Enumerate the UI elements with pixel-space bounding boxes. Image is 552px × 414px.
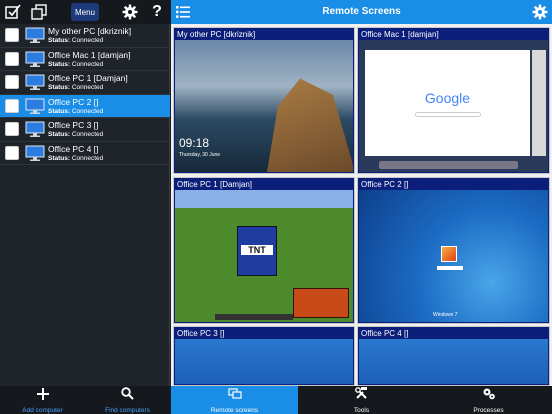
computer-list-item[interactable]: Office PC 1 [Damjan] Status: Connected: [0, 71, 170, 95]
tab-label: Tools: [353, 406, 370, 414]
computer-name: Office PC 1 [Damjan]: [48, 73, 128, 83]
computer-status: Status: Connected: [48, 154, 104, 162]
computer-name: Office PC 3 []: [48, 120, 99, 130]
computer-name: Office Mac 1 [damjan]: [48, 49, 131, 60]
find-computers-label: Find computers: [105, 406, 150, 414]
computer-status: Status: Connected: [48, 60, 104, 68]
windows-brand: Windows 7: [433, 312, 458, 318]
computer-checkbox[interactable]: [5, 75, 19, 89]
tile-title: My other PC [dkriznik]: [177, 30, 256, 39]
sidebar: Menu ? My other PC [dkriznik] Status: Con…: [0, 0, 170, 414]
monitor-icon: [25, 51, 45, 68]
user-avatar: [441, 246, 457, 262]
remote-screens-grid: My other PC [dkriznik] 09:18 Thursday, 3…: [171, 24, 552, 386]
tools-icon: [355, 386, 368, 405]
hotbar: [215, 314, 293, 320]
computer-status: Status: Connected: [48, 107, 104, 115]
tnt-block: TNT: [237, 226, 277, 276]
screen-thumbnail: 09:18 Thursday, 30 June: [175, 40, 353, 172]
help-icon[interactable]: ?: [149, 3, 165, 21]
settings-gear-icon[interactable]: [531, 3, 549, 21]
tile-title: Office Mac 1 [damjan]: [361, 30, 439, 39]
rock-arch: [267, 78, 353, 172]
monitor-icon: [25, 121, 45, 138]
monitor-icon: [25, 27, 45, 44]
tab-processes[interactable]: Processes: [425, 386, 552, 414]
search-box: [414, 112, 481, 117]
gear-icon[interactable]: [121, 3, 139, 21]
computer-checkbox[interactable]: [5, 28, 19, 42]
computer-status: Status: Connected: [48, 37, 104, 44]
screen-tile[interactable]: Office PC 3 []: [173, 326, 355, 386]
computer-status: Status: Connected: [48, 131, 104, 138]
main-header: Remote Screens: [171, 0, 552, 24]
browser-window: Google: [365, 50, 530, 156]
tab-tools[interactable]: Tools: [298, 386, 425, 414]
monitor-icon: [25, 145, 45, 162]
computer-checkbox[interactable]: [5, 122, 19, 136]
tile-title: Office PC 3 []: [177, 329, 225, 338]
main-panel: Remote Screens My other PC [dkriznik] 09…: [171, 0, 552, 414]
monitor-icon: [25, 98, 45, 115]
dock: [379, 161, 518, 169]
search-icon: [121, 386, 134, 405]
tile-title: Office PC 4 []: [361, 329, 409, 338]
bottom-tab-bar: Remote screens Tools Processes: [171, 386, 552, 414]
add-computer-label: Add computer: [22, 406, 63, 414]
google-logo: Google: [424, 90, 471, 106]
sidebar-toolbar: Menu ?: [0, 0, 170, 24]
app-window: Menu ? My other PC [dkriznik] Status: Con…: [0, 0, 552, 414]
computer-list-item[interactable]: Office Mac 1 [damjan] Status: Connected: [0, 48, 170, 71]
monitor-icon: [25, 74, 45, 91]
computer-name: My other PC [dkriznik]: [48, 26, 132, 36]
tile-title: Office PC 1 [Damjan]: [177, 180, 252, 189]
processes-gears-icon: [482, 387, 496, 405]
tnt-block: [293, 288, 349, 318]
tab-label: Processes: [473, 406, 504, 414]
computer-name: Office PC 4 []: [48, 143, 99, 154]
screen-thumbnail: TNT: [175, 190, 353, 322]
screen-thumbnail: Windows 7: [359, 190, 548, 322]
tab-label: Remote screens: [210, 406, 259, 414]
computer-list: My other PC [dkriznik] Status: Connected O…: [0, 24, 170, 165]
computer-list-item[interactable]: Office PC 3 [] Status: Connected: [0, 118, 170, 142]
computer-checkbox[interactable]: [5, 98, 19, 113]
sky: [175, 190, 353, 208]
screen-thumbnail: [175, 339, 353, 384]
computer-checkbox[interactable]: [5, 51, 19, 66]
lock-screen-clock: 09:18: [179, 136, 210, 150]
deselect-icon[interactable]: [30, 3, 48, 21]
screen-thumbnail: [359, 339, 548, 384]
monitor-icon: [227, 387, 242, 405]
screen-tile[interactable]: Office PC 4 []: [357, 326, 550, 386]
screen-tile[interactable]: My other PC [dkriznik] 09:18 Thursday, 3…: [173, 27, 355, 174]
screen-tile[interactable]: Office Mac 1 [damjan] Google: [357, 27, 550, 174]
computer-list-item[interactable]: Office PC 4 [] Status: Connected: [0, 142, 170, 165]
computer-status: Status: Connected: [48, 84, 104, 91]
sidebar-bottom-bar: Add computer Find computers: [0, 386, 170, 414]
computer-checkbox[interactable]: [5, 145, 19, 160]
lock-screen-date: Thursday, 30 June: [179, 152, 221, 158]
computer-name: Office PC 2 []: [48, 96, 99, 107]
computer-list-item[interactable]: My other PC [dkriznik] Status: Connected: [0, 24, 170, 48]
password-field: [437, 266, 463, 270]
select-all-icon[interactable]: [4, 3, 22, 21]
tile-title: Office PC 2 []: [361, 180, 409, 189]
tab-remote-screens[interactable]: Remote screens: [171, 386, 298, 414]
computer-list-item[interactable]: Office PC 2 [] Status: Connected: [0, 94, 170, 118]
screen-thumbnail: Google: [359, 40, 548, 172]
find-computers-button[interactable]: Find computers: [85, 386, 170, 414]
menu-button[interactable]: Menu: [71, 3, 99, 21]
side-panel: [532, 50, 546, 156]
screen-tile[interactable]: Office PC 2 [] Windows 7: [357, 177, 550, 324]
page-title: Remote Screens: [322, 6, 401, 17]
add-computer-button[interactable]: Add computer: [0, 386, 85, 414]
plus-icon: [36, 387, 49, 405]
screen-tile[interactable]: Office PC 1 [Damjan] TNT: [173, 177, 355, 324]
